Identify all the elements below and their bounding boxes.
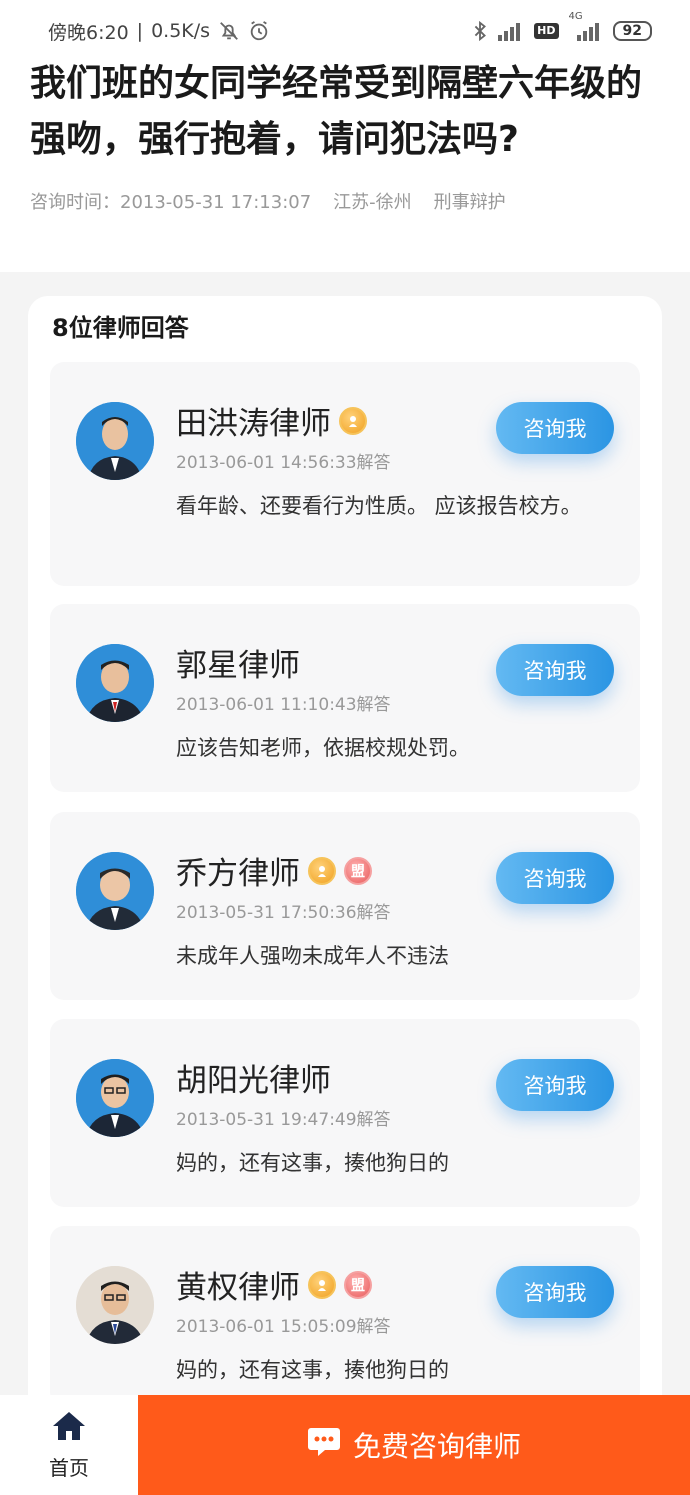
free-consult-label: 免费咨询律师 [352, 1430, 521, 1463]
answer-text: 看年龄、还要看行为性质。 应该报告校方。 [176, 494, 582, 518]
consult-me-button[interactable]: 咨询我 [496, 1059, 614, 1111]
signal-icon [498, 21, 524, 41]
answers-heading: 8位律师回答 [52, 314, 189, 342]
gold-medal-icon [308, 1270, 336, 1299]
lawyer-name-row: 黄权律师 盟 [176, 1262, 372, 1307]
lawyer-avatar[interactable] [76, 644, 154, 722]
status-left: 傍晚6:20 | 0.5K/s [48, 18, 270, 45]
question-title: 我们班的女同学经常受到隔壁六年级的强吻，强行抱着，请问犯法吗? [30, 63, 643, 160]
status-divider: | [136, 20, 144, 42]
alliance-badge-icon: 盟 [344, 1270, 372, 1299]
hd-badge: HD [534, 23, 559, 39]
lawyer-name: 胡阳光律师 [176, 1063, 331, 1099]
lawyer-avatar[interactable] [76, 1059, 154, 1137]
consult-me-button[interactable]: 咨询我 [496, 1266, 614, 1318]
chat-bubble-icon [307, 1426, 341, 1465]
status-speed: 0.5K/s [151, 20, 211, 42]
lawyer-card[interactable]: 郭星律师 2013-06-01 11:10:43解答 应该告知老师，依据校规处罚… [50, 604, 640, 792]
lawyer-name: 乔方律师 [176, 856, 300, 892]
signal-4g-icon: 4G [569, 11, 603, 41]
consult-me-button[interactable]: 咨询我 [496, 852, 614, 904]
answer-text: 妈的，还有这事，揍他狗日的 [176, 1151, 449, 1175]
lawyer-card[interactable]: 乔方律师 盟 2013-05-31 17:50:36解答 未成年人强吻未成年人不… [50, 812, 640, 1000]
network-label: 4G [568, 11, 583, 22]
lawyer-name-row: 田洪涛律师 [176, 398, 367, 443]
answer-time: 2013-05-31 19:47:49解答 [176, 1110, 391, 1130]
home-tab[interactable]: 首页 [0, 1395, 138, 1495]
answer-text: 妈的，还有这事，揍他狗日的 [176, 1358, 449, 1382]
answer-text: 应该告知老师，依据校规处罚。 [176, 736, 470, 760]
lawyer-name-row: 乔方律师 盟 [176, 848, 372, 893]
consult-location: 江苏-徐州 [333, 192, 412, 213]
answer-time: 2013-05-31 17:50:36解答 [176, 903, 391, 923]
consult-me-button[interactable]: 咨询我 [496, 644, 614, 696]
consult-category[interactable]: 刑事辩护 [434, 188, 506, 214]
lawyer-name: 郭星律师 [176, 648, 300, 684]
answer-time: 2013-06-01 15:05:09解答 [176, 1317, 391, 1337]
bottom-bar: 首页 免费咨询律师 [0, 1395, 690, 1495]
answer-time: 2013-06-01 11:10:43解答 [176, 695, 391, 715]
lawyer-name: 黄权律师 [176, 1270, 300, 1306]
status-right: HD 4G 92 [472, 11, 652, 42]
free-consult-button[interactable]: 免费咨询律师 [138, 1395, 690, 1495]
gold-medal-icon [339, 406, 367, 435]
battery-indicator: 92 [612, 21, 652, 41]
lawyer-name-row: 胡阳光律师 [176, 1055, 331, 1100]
gold-medal-icon [308, 856, 336, 885]
lawyer-name: 田洪涛律师 [176, 406, 331, 442]
lawyer-avatar[interactable] [76, 1266, 154, 1344]
muted-bell-icon [218, 20, 240, 42]
lawyer-avatar[interactable] [76, 402, 154, 480]
consult-time: 咨询时间：2013-05-31 17:13:07 [30, 192, 312, 213]
home-label: 首页 [49, 1455, 89, 1480]
lawyer-name-row: 郭星律师 [176, 640, 300, 685]
lawyer-card[interactable]: 胡阳光律师 2013-05-31 19:47:49解答 妈的，还有这事，揍他狗日… [50, 1019, 640, 1207]
consult-me-button[interactable]: 咨询我 [496, 402, 614, 454]
lawyer-card[interactable]: 田洪涛律师 2013-06-01 14:56:33解答 看年龄、还要看行为性质。… [50, 362, 640, 586]
status-time: 傍晚6:20 [48, 21, 129, 44]
alarm-icon [248, 20, 270, 42]
answer-time: 2013-06-01 14:56:33解答 [176, 453, 391, 473]
lawyer-avatar[interactable] [76, 852, 154, 930]
status-bar: 傍晚6:20 | 0.5K/s HD 4G 92 [0, 0, 690, 62]
bluetooth-icon [472, 20, 488, 42]
home-icon [51, 1410, 87, 1446]
question-meta: 咨询时间：2013-05-31 17:13:07 江苏-徐州 刑事辩护 [30, 188, 670, 214]
lawyer-card[interactable]: 黄权律师 盟 2013-06-01 15:05:09解答 妈的，还有这事，揍他狗… [50, 1226, 640, 1406]
alliance-badge-icon: 盟 [344, 856, 372, 885]
answer-text: 未成年人强吻未成年人不违法 [176, 944, 449, 968]
